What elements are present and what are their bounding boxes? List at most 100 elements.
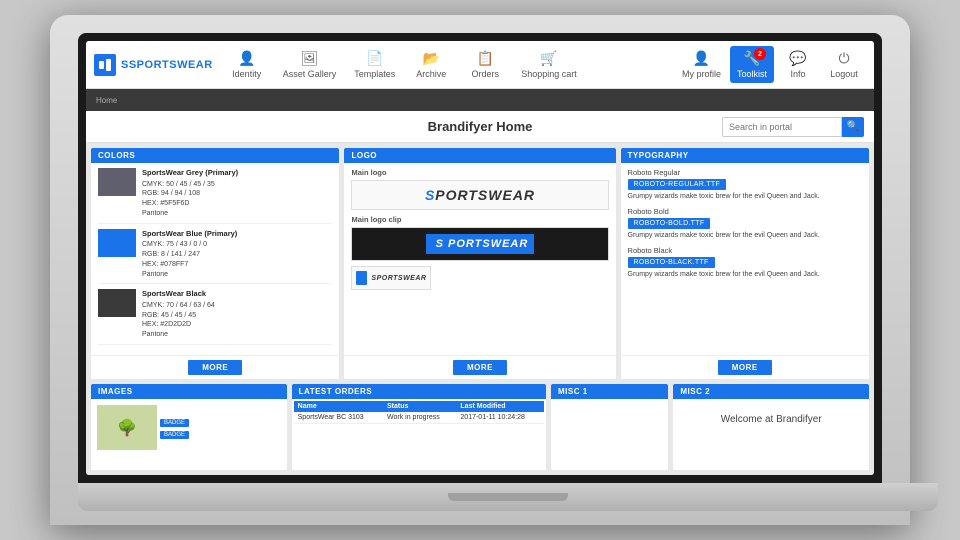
misc1-card-header: Misc 1 (551, 384, 668, 399)
page-title: Brandifyer Home (428, 119, 533, 134)
typography-more-button[interactable]: MORE (718, 360, 772, 375)
nav-my-profile[interactable]: 👤 My profile (675, 46, 728, 83)
nav-items: 👤 Identity 🖼 Asset Gallery 📄 Templates 📂… (221, 46, 675, 83)
logo-icon (94, 54, 116, 76)
laptop-notch (448, 493, 568, 501)
typography-card-body: Roboto Regular ROBOTO-REGULAR.TTF Grumpy… (621, 163, 869, 355)
color-cmyk-grey: CMYK: 50 / 45 / 45 / 35 (142, 180, 238, 190)
color-rgb-grey: RGB: 94 / 94 / 108 (142, 189, 238, 199)
typo-regular-name: Roboto Regular (628, 168, 862, 177)
color-swatch-grey (98, 168, 136, 196)
nav-item-archive[interactable]: 📂 Archive (405, 46, 457, 83)
main-content: Colors SportsWear Grey (Primary) CMYK: 5… (86, 143, 874, 475)
orders-icon: 📋 (477, 50, 494, 67)
nav-item-shopping-cart[interactable]: 🛒 Shopping cart (513, 46, 585, 83)
misc2-card: Misc 2 Welcome at Brandifyer (673, 384, 869, 470)
typo-black-btn[interactable]: ROBOTO-BLACK.TTF (628, 257, 715, 268)
images-row: 🌳 BADGE BADGE (93, 401, 285, 454)
top-row: Colors SportsWear Grey (Primary) CMYK: 5… (91, 148, 869, 379)
nav-logout[interactable]: ⏻ Logout (822, 46, 866, 83)
screen-bezel: SsportsWeAR 👤 Identity 🖼 Asset Gallery 📄 (78, 33, 882, 483)
main-logo-clip-text: SPORTSWEAR (426, 234, 535, 254)
logout-icon: ⏻ (838, 50, 849, 67)
asset-gallery-label: Asset Gallery (283, 69, 337, 79)
colors-card-body: SportsWear Grey (Primary) CMYK: 50 / 45 … (91, 163, 339, 355)
image-placeholder-tree: 🌳 (97, 405, 157, 450)
shopping-cart-label: Shopping cart (521, 69, 577, 79)
typo-regular-btn[interactable]: ROBOTO-REGULAR.TTF (628, 179, 727, 190)
small-logo-row: SPORTSWEAR (351, 266, 608, 290)
color-info-grey: SportsWear Grey (Primary) CMYK: 50 / 45 … (142, 168, 238, 219)
order-modified: 2017-01-11 10:24:28 (456, 412, 544, 424)
search-button[interactable]: 🔍 (842, 117, 864, 137)
color-swatch-black (98, 289, 136, 317)
logo-more-button[interactable]: MORE (453, 360, 507, 375)
colors-more-button[interactable]: MORE (188, 360, 242, 375)
templates-icon: 📄 (366, 50, 383, 67)
table-header-row: Name Status Last Modified (294, 401, 544, 412)
main-logo-clip-display: SPORTSWEAR (351, 227, 608, 261)
main-logo-clip-label: Main logo clip (351, 215, 608, 224)
color-item-black: SportsWear Black CMYK: 70 / 64 / 63 / 64… (98, 289, 332, 345)
archive-icon: 📂 (423, 50, 440, 67)
colors-card-footer: MORE (91, 355, 339, 379)
misc2-card-body: Welcome at Brandifyer (673, 399, 869, 470)
typo-bold-name: Roboto Bold (628, 207, 862, 216)
identity-icon: 👤 (238, 50, 255, 67)
laptop-base (78, 483, 938, 511)
logo-card-footer: MORE (344, 355, 615, 379)
order-name: SportsWear BC 3103 (294, 412, 383, 424)
table-row: SportsWear BC 3103 Work in progress 2017… (294, 412, 544, 424)
color-swatch-blue (98, 229, 136, 257)
logout-label: Logout (830, 69, 858, 79)
color-cmyk-black: CMYK: 70 / 64 / 63 / 64 (142, 301, 215, 311)
misc1-card-body (551, 399, 668, 470)
toolkist-label: Toolkist (737, 69, 767, 79)
typo-bold-btn[interactable]: ROBOTO-BOLD.TTF (628, 218, 711, 229)
color-pantone-black: Pantone (142, 330, 215, 340)
color-cmyk-blue: CMYK: 75 / 43 / 0 / 0 (142, 240, 237, 250)
info-label: Info (790, 69, 805, 79)
search-input[interactable] (722, 117, 842, 137)
typo-item-bold: Roboto Bold ROBOTO-BOLD.TTF Grumpy wizar… (628, 207, 862, 240)
small-logo-text: SPORTSWEAR (371, 275, 426, 282)
identity-label: Identity (232, 69, 261, 79)
color-rgb-blue: RGB: 8 / 141 / 247 (142, 250, 237, 260)
nav-info[interactable]: 💬 Info (776, 46, 820, 83)
misc2-card-header: Misc 2 (673, 384, 869, 399)
search-area: 🔍 (722, 117, 864, 137)
logo-card-header: Logo (344, 148, 615, 163)
nav-item-identity[interactable]: 👤 Identity (221, 46, 273, 83)
page-header: Brandifyer Home 🔍 (86, 111, 874, 143)
typography-card-header: TYPOGRAPHY (621, 148, 869, 163)
small-logo-display: SPORTSWEAR (351, 266, 431, 290)
nav-right: 👤 My profile 2 🔧 Toolkist 💬 Info ⏻ (675, 46, 866, 83)
nav-item-templates[interactable]: 📄 Templates (346, 46, 403, 83)
typo-black-name: Roboto Black (628, 246, 862, 255)
typography-card-footer: MORE (621, 355, 869, 379)
logo-area: SsportsWeAR (94, 54, 213, 76)
color-hex-blue: HEX: #078FF7 (142, 260, 237, 270)
nav-toolkist[interactable]: 2 🔧 Toolkist (730, 46, 774, 83)
color-item-blue: SportsWear Blue (Primary) CMYK: 75 / 43 … (98, 229, 332, 285)
nav-item-asset-gallery[interactable]: 🖼 Asset Gallery (275, 46, 345, 83)
main-logo-label: Main logo (351, 168, 608, 177)
color-item-grey: SportsWear Grey (Primary) CMYK: 50 / 45 … (98, 168, 332, 224)
col-status: Status (383, 401, 456, 412)
info-icon: 💬 (789, 50, 806, 67)
order-status: Work in progress (383, 412, 456, 424)
welcome-text: Welcome at Brandifyer (680, 404, 862, 435)
image-badge-1: BADGE (160, 419, 189, 427)
color-rgb-black: RGB: 45 / 45 / 45 (142, 311, 215, 321)
color-info-blue: SportsWear Blue (Primary) CMYK: 75 / 43 … (142, 229, 237, 280)
orders-table: Name Status Last Modified SportsWear BC … (294, 401, 544, 424)
bottom-row: Images 🌳 BADGE BADGE (91, 384, 869, 470)
toolkist-badge: 2 (754, 48, 766, 60)
breadcrumb: Home (96, 96, 117, 105)
my-profile-icon: 👤 (693, 50, 710, 67)
nav-item-orders[interactable]: 📋 Orders (459, 46, 511, 83)
logo-card: Logo Main logo SPORTSWEAR Main logo clip (344, 148, 615, 379)
color-info-black: SportsWear Black CMYK: 70 / 64 / 63 / 64… (142, 289, 215, 340)
color-hex-black: HEX: #2D2D2D (142, 320, 215, 330)
typography-card: TYPOGRAPHY Roboto Regular ROBOTO-REGULAR… (621, 148, 869, 379)
